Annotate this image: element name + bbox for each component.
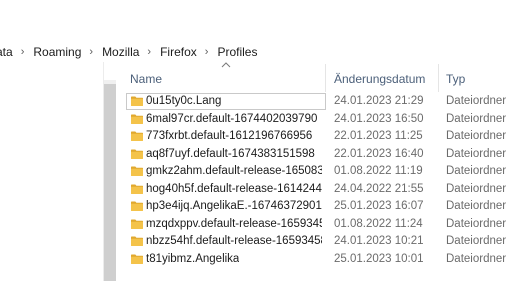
modified-date: 24.01.2023 16:50 [334,112,424,125]
modified-date: 22.01.2023 11:25 [334,130,423,142]
chevron-right-icon[interactable]: › [205,46,209,58]
list-item[interactable]: 773fxrbt.default-1612196766956 22.01.2023… [124,128,519,146]
folder-icon [131,184,143,194]
list-item[interactable]: t81yibmz.Angelika 25.01.2023 10:01 Dateior… [124,251,519,269]
folder-icon [131,201,143,211]
file-type: Dateiordner [446,147,507,160]
file-name: hog40h5f.default-release-1614244893383 [146,182,322,195]
file-type: Dateiordner [446,217,507,230]
list-item[interactable]: hp3e4ijq.AngelikaE.-1674637290183 25.01.2… [124,198,519,216]
folder-icon [131,131,143,141]
address-bar[interactable]: ata › Roaming › Mozilla › Firefox › Prof… [0,0,519,62]
file-type: Dateiordner [446,165,507,177]
list-item[interactable]: 6mal97cr.default-1674402039790 24.01.2023… [124,111,519,129]
modified-date: 01.08.2022 11:19 [334,165,423,177]
list-item[interactable]: hog40h5f.default-release-1614244893383 24… [124,181,519,199]
file-type: Dateiordner [446,130,507,142]
list-item[interactable]: 0u15ty0c.Lang 24.01.2023 21:29 Dateiordner [124,93,519,111]
column-header-row: Name Änderungsdatum Typ [124,64,519,92]
folder-icon [131,219,143,229]
list-item[interactable]: gmkz2ahm.default-release-16508300841... 0… [124,163,519,181]
file-name: hp3e4ijq.AngelikaE.-1674637290183 [146,200,322,212]
folder-icon [131,236,143,246]
file-name: gmkz2ahm.default-release-16508300841... [146,165,322,177]
file-name: 0u15ty0c.Lang [146,95,222,107]
breadcrumb-item-firefox[interactable]: Firefox [160,45,197,59]
list-item[interactable]: mzqdxppv.default-release-16593455211... 0… [124,216,519,234]
column-header-type[interactable]: Typ [446,72,465,86]
file-type: Dateiordner [446,112,507,125]
list-item[interactable]: nbzz54hf.default-release-1659345873962 24… [124,233,519,251]
folder-icon [131,166,143,176]
column-divider[interactable] [325,64,326,92]
file-type: Dateiordner [446,95,507,107]
file-name: nbzz54hf.default-release-1659345873962 [146,235,322,247]
breadcrumb-item-profiles[interactable]: Profiles [217,45,257,59]
breadcrumb-item-appdata[interactable]: ata [0,45,13,59]
scrollbar-thumb[interactable] [104,84,116,281]
column-divider[interactable] [438,64,439,92]
file-type: Dateiordner [446,252,507,265]
file-type: Dateiordner [446,200,507,212]
file-name: 6mal97cr.default-1674402039790 [146,112,318,125]
breadcrumb-item-mozilla[interactable]: Mozilla [102,45,139,59]
file-type: Dateiordner [446,235,507,247]
modified-date: 25.01.2023 16:07 [334,200,424,212]
breadcrumb: ata › Roaming › Mozilla › Firefox › Prof… [0,44,257,60]
modified-date: 24.04.2022 21:55 [334,182,424,195]
column-header-name[interactable]: Name [130,72,162,86]
modified-date: 22.01.2023 16:40 [334,147,424,160]
modified-date: 01.08.2022 11:24 [334,217,423,230]
folder-icon [131,96,143,106]
modified-date: 24.01.2023 10:21 [334,235,424,247]
chevron-right-icon[interactable]: › [147,46,151,58]
file-name: t81yibmz.Angelika [146,252,240,265]
folder-icon [131,254,143,264]
modified-date: 24.01.2023 21:29 [334,95,424,107]
file-type: Dateiordner [446,182,507,195]
file-name: 773fxrbt.default-1612196766956 [146,130,313,142]
modified-date: 25.01.2023 10:01 [334,252,424,265]
navigation-pane [0,62,104,281]
list-item[interactable]: aq8f7uyf.default-1674383151598 22.01.2023… [124,146,519,164]
file-name: mzqdxppv.default-release-16593455211... [146,217,322,230]
column-header-date[interactable]: Änderungsdatum [334,72,425,86]
chevron-right-icon[interactable]: › [21,46,25,58]
file-list: 0u15ty0c.Lang 24.01.2023 21:29 Dateiordner… [124,93,519,268]
chevron-right-icon[interactable]: › [89,46,93,58]
folder-icon [131,149,143,159]
folder-icon [131,114,143,124]
file-name: aq8f7uyf.default-1674383151598 [146,147,315,160]
breadcrumb-item-roaming[interactable]: Roaming [33,45,81,59]
